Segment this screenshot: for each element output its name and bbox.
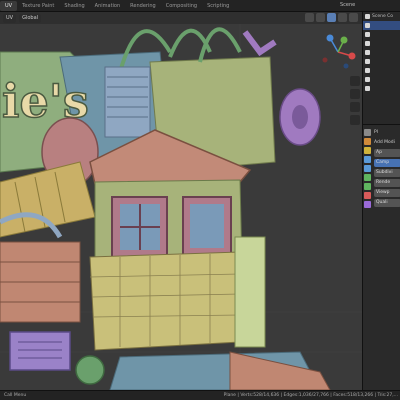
tab-shading[interactable]: Shading [59,1,89,11]
apply-button[interactable]: Ap [374,149,400,157]
scene-statistics: Plane | Verts:528/14,636 | Edges:1,036/2… [223,393,398,398]
material-shading-icon[interactable] [338,13,347,22]
checkbox-icon[interactable] [365,32,370,37]
model-render: ie's [0,24,362,390]
tab-animation[interactable]: Animation [90,1,126,11]
modifier-panel: Pl Add Modi Ap Camp Subdivi Rende Viewp … [374,129,400,209]
checkbox-icon[interactable] [365,59,370,64]
grid-icon[interactable] [350,115,360,125]
render-levels-field[interactable]: Rende [374,179,400,187]
checkbox-icon[interactable] [365,86,370,91]
quality-field[interactable]: Quali [374,199,400,207]
viewport-levels-field[interactable]: Viewp [374,189,400,197]
tab-texture-paint[interactable]: Texture Paint [17,1,59,11]
3d-viewport[interactable]: ie's UV Global [0,12,362,390]
tab-compositing[interactable]: Compositing [161,1,202,11]
camera-icon[interactable] [350,102,360,112]
checkbox-icon[interactable] [365,77,370,82]
add-modifier-dropdown[interactable]: Add Modi [374,139,400,147]
checkbox-icon[interactable] [365,23,370,28]
checkbox-icon[interactable] [365,14,370,19]
catmull-clark-button[interactable]: Camp [374,159,400,167]
editor-type-menu[interactable]: UV [3,13,17,23]
checkbox-icon[interactable] [365,41,370,46]
subdivision-label: Subdivi [374,169,400,177]
scene-selector[interactable]: Scene [340,1,355,10]
checkbox-icon[interactable] [365,68,370,73]
tab-scripting[interactable]: Scripting [202,1,234,11]
outliner-row[interactable] [363,57,400,66]
view-layer-tab-icon[interactable] [364,156,371,163]
zoom-icon[interactable] [350,76,360,86]
outliner-row[interactable] [363,30,400,39]
outliner-row[interactable]: Scene Co [363,12,400,21]
outliner-row[interactable] [363,75,400,84]
checkbox-icon[interactable] [365,50,370,55]
scene-tab-icon[interactable] [364,165,371,172]
render-tab-icon[interactable] [364,138,371,145]
viewport-nav-tools [350,76,360,125]
outliner-row[interactable] [363,48,400,57]
transform-orientation[interactable]: Global [19,13,42,23]
viewport-shading-tools [305,13,358,22]
workspace-tabs: UV Texture Paint Shading Animation Rende… [0,1,234,11]
status-hint: Call Menu [4,393,27,398]
object-tab-icon[interactable] [364,183,371,190]
rendered-shading-icon[interactable] [349,13,358,22]
modifier-wrench-icon[interactable] [364,192,371,199]
status-bar: Call Menu Plane | Verts:528/14,636 | Edg… [0,390,400,400]
outliner-row[interactable] [363,39,400,48]
material-tab-icon[interactable] [364,201,371,208]
outliner-panel: Scene Co [362,12,400,124]
output-tab-icon[interactable] [364,147,371,154]
tool-tab-icon[interactable] [364,129,371,136]
outliner-row[interactable] [363,21,400,30]
tab-uv[interactable]: UV [0,1,18,11]
viewport-header: UV Global [0,12,362,24]
top-menu-bar: UV Texture Paint Shading Animation Rende… [0,0,400,12]
properties-tabs [363,129,372,208]
xray-icon[interactable] [316,13,325,22]
overlay-icon[interactable] [305,13,314,22]
world-tab-icon[interactable] [364,174,371,181]
outliner-row[interactable] [363,84,400,93]
solid-shading-icon[interactable] [327,13,336,22]
outliner-row[interactable] [363,66,400,75]
navigation-gizmo[interactable] [318,32,358,72]
pan-hand-icon[interactable] [350,89,360,99]
properties-panel: Pl Add Modi Ap Camp Subdivi Rende Viewp … [362,124,400,390]
object-name-field[interactable]: Pl [374,129,400,137]
tab-rendering[interactable]: Rendering [125,1,161,11]
